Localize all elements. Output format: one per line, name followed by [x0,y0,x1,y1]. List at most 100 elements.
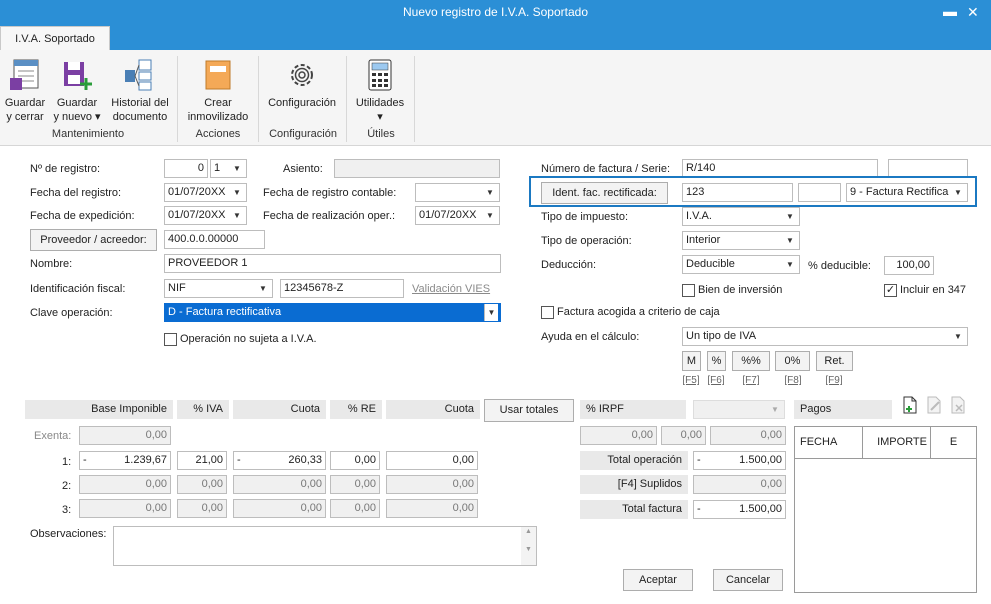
minimize-button[interactable]: ▬ [943,0,957,25]
pagos-table[interactable]: FECHA IMPORTE E [794,426,977,593]
deduccion-value: Deducible [686,258,735,270]
deduccion-label: Deducción: [541,259,597,271]
utilities-label: Utilidades ▾ [355,97,405,123]
close-button[interactable]: ✕ [967,0,981,25]
cuota-value: 260,33 [288,454,322,466]
save-new-button[interactable]: Guardar y nuevo ▾ [52,58,102,124]
chevron-down-icon: ▼ [786,260,794,269]
scroll-down-icon[interactable]: ▼ [521,545,536,555]
tipo-operacion-value: Interior [686,234,721,246]
clave-operacion-select[interactable]: D - Factura rectificativa ▼ [164,303,501,322]
deduccion-select[interactable]: Deducible ▼ [682,255,800,274]
ident-rectificada-extra-field[interactable] [798,183,841,202]
iva-field[interactable]: 0,00 [177,499,227,518]
chevron-down-icon: ▼ [786,236,794,245]
total-factura-label: Total factura [580,500,688,519]
cancelar-button[interactable]: Cancelar [713,569,783,591]
num-registro-label: Nº de registro: [30,163,101,175]
col-pct-re: % RE [330,400,382,419]
edit-document-icon[interactable] [926,396,942,414]
serie-value: 1 [214,162,221,174]
history-button[interactable]: Historial del documento [106,58,174,124]
tab-iva-soportado[interactable]: I.V.A. Soportado [0,26,110,51]
nombre-field[interactable]: PROVEEDOR 1 [164,254,501,273]
ident-rectificada-button[interactable]: Ident. fac. rectificada: [541,182,668,204]
new-document-icon[interactable] [902,396,918,414]
ident-tipo-select[interactable]: NIF ▼ [164,279,273,298]
cuota-re-field[interactable]: 0,00 [386,499,478,518]
num-registro-field[interactable]: 0 [164,159,208,178]
tipo-operacion-select[interactable]: Interior ▼ [682,231,800,250]
cuota-field[interactable]: - 260,33 [233,451,326,470]
base-value: 1.239,67 [124,454,167,466]
ayuda-calculo-select[interactable]: Un tipo de IVA ▼ [682,327,968,346]
aceptar-button[interactable]: Aceptar [623,569,693,591]
col-cuota: Cuota [233,400,326,419]
nif-field[interactable]: 12345678-Z [280,279,404,298]
create-asset-label: Crear inmovilizado [187,97,249,123]
cuota-field[interactable]: 0,00 [233,475,326,494]
cuota-re-field[interactable]: 0,00 [386,475,478,494]
scrollbar[interactable]: ▲ ▼ [521,527,536,565]
bien-inversion-checkbox[interactable] [682,284,695,297]
ident-rectificada-tipo-select[interactable]: 9 - Factura Rectifica ▼ [846,183,968,202]
re-field[interactable]: 0,00 [330,499,380,518]
save-new-label: Guardar y nuevo ▾ [53,97,101,123]
configuration-button[interactable]: Configuración [262,58,342,110]
total-operacion-field[interactable]: - 1.500,00 [693,451,786,470]
observaciones-textarea[interactable]: ▲ ▼ [113,526,537,566]
cuota-field[interactable]: 0,00 [233,499,326,518]
chevron-down-icon: ▼ [233,211,241,220]
base-field[interactable]: 0,00 [79,475,171,494]
observaciones-label: Observaciones: [30,528,107,540]
num-registro-serie-select[interactable]: 1 ▼ [210,159,247,178]
col-cuota-re: Cuota [386,400,480,419]
scroll-up-icon[interactable]: ▲ [521,527,536,537]
fecha-expedicion-field[interactable]: 01/07/20XX ▼ [164,206,247,225]
exenta-field: 0,00 [79,426,171,445]
suplidos-field[interactable]: 0,00 [693,475,786,494]
pct-deducible-label: % deducible: [808,260,871,272]
re-field[interactable]: 0,00 [330,475,380,494]
chevron-down-icon: ▼ [486,211,494,220]
fecha-registro-field[interactable]: 01/07/20XX ▼ [164,183,247,202]
calc-zero-percent-button[interactable]: 0% [775,351,810,371]
fecha-realizacion-field[interactable]: 01/07/20XX ▼ [415,206,500,225]
tipo-impuesto-select[interactable]: I.V.A. ▼ [682,207,800,226]
iva-field[interactable]: 0,00 [177,475,227,494]
re-field[interactable]: 0,00 [330,451,380,470]
col-base-imponible: Base Imponible [25,400,173,419]
pct-deducible-field[interactable]: 100,00 [884,256,934,275]
iva-field[interactable]: 21,00 [177,451,227,470]
nombre-label: Nombre: [30,258,73,270]
calc-ret-button[interactable]: Ret. [816,351,853,371]
save-close-button[interactable]: Guardar y cerrar [2,58,48,124]
save-close-label: Guardar y cerrar [4,97,46,123]
proveedor-button[interactable]: Proveedor / acreedor: [30,229,157,251]
usar-totales-button[interactable]: Usar totales [484,399,574,422]
cuota-re-field[interactable]: 0,00 [386,451,478,470]
tipo-impuesto-value: I.V.A. [686,210,712,222]
fecha-contable-field[interactable]: ▼ [415,183,500,202]
pagos-col-importe: IMPORTE [863,427,931,459]
incluir-347-checkbox[interactable]: ✓ [884,284,897,297]
no-sujeta-checkbox[interactable] [164,333,177,346]
irpf-select[interactable]: ▼ [693,400,785,419]
calc-percent-button[interactable]: % [707,351,726,371]
delete-document-icon[interactable] [950,396,966,414]
criterio-caja-checkbox[interactable] [541,306,554,319]
utilities-button[interactable]: Utilidades ▾ [350,58,410,124]
ident-rectificada-field[interactable]: 123 [682,183,793,202]
total-factura-field[interactable]: - 1.500,00 [693,500,786,519]
irpf-base-field: 0,00 [580,426,657,445]
validacion-vies-link[interactable]: Validación VIES [412,283,490,295]
base-field[interactable]: - 1.239,67 [79,451,171,470]
proveedor-field[interactable]: 400.0.0.00000 [164,230,265,249]
create-asset-button[interactable]: Crear inmovilizado [182,58,254,124]
total-operacion-label: Total operación [580,451,688,470]
base-field[interactable]: 0,00 [79,499,171,518]
calc-double-percent-button[interactable]: %% [732,351,770,371]
chevron-down-icon: ▼ [233,188,241,197]
group-mantenimiento: Mantenimiento [51,128,125,140]
calc-m-button[interactable]: M [682,351,701,371]
